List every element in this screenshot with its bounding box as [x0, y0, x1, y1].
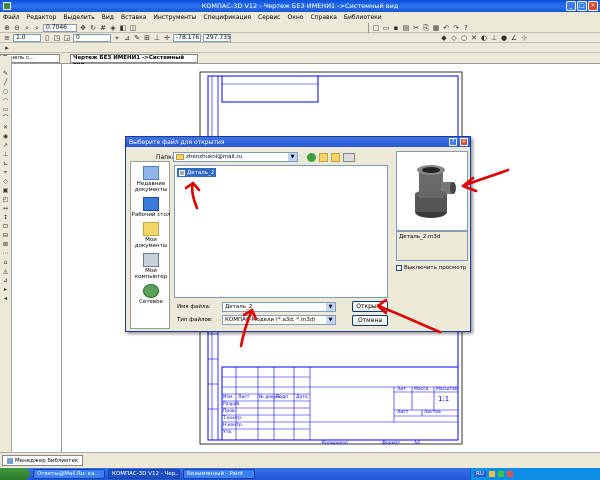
arrow-to-open-button	[376, 298, 442, 334]
start-button[interactable]	[0, 468, 30, 480]
tray-icon[interactable]	[497, 471, 504, 477]
windows-taskbar: Ответы@Mail.Ru: ка... КОМПАС-3D V12 - Че…	[0, 468, 600, 480]
red-annotations	[184, 168, 510, 348]
tray-icon[interactable]	[506, 471, 513, 477]
language-indicator[interactable]: RU	[474, 471, 486, 477]
arrow-to-preview	[461, 168, 510, 193]
arrow-to-file-item	[184, 181, 201, 210]
taskbar-item-mail[interactable]: Ответы@Mail.Ru: ка...	[33, 469, 105, 479]
taskbar-item-kompas[interactable]: КОМПАС-3D V12 - Чер...	[108, 469, 180, 479]
taskbar-item-paint[interactable]: Безымянный - Paint	[183, 469, 255, 479]
arrow-to-filename	[239, 308, 258, 348]
tray-icon[interactable]	[488, 471, 495, 477]
system-tray: RU	[470, 468, 600, 480]
